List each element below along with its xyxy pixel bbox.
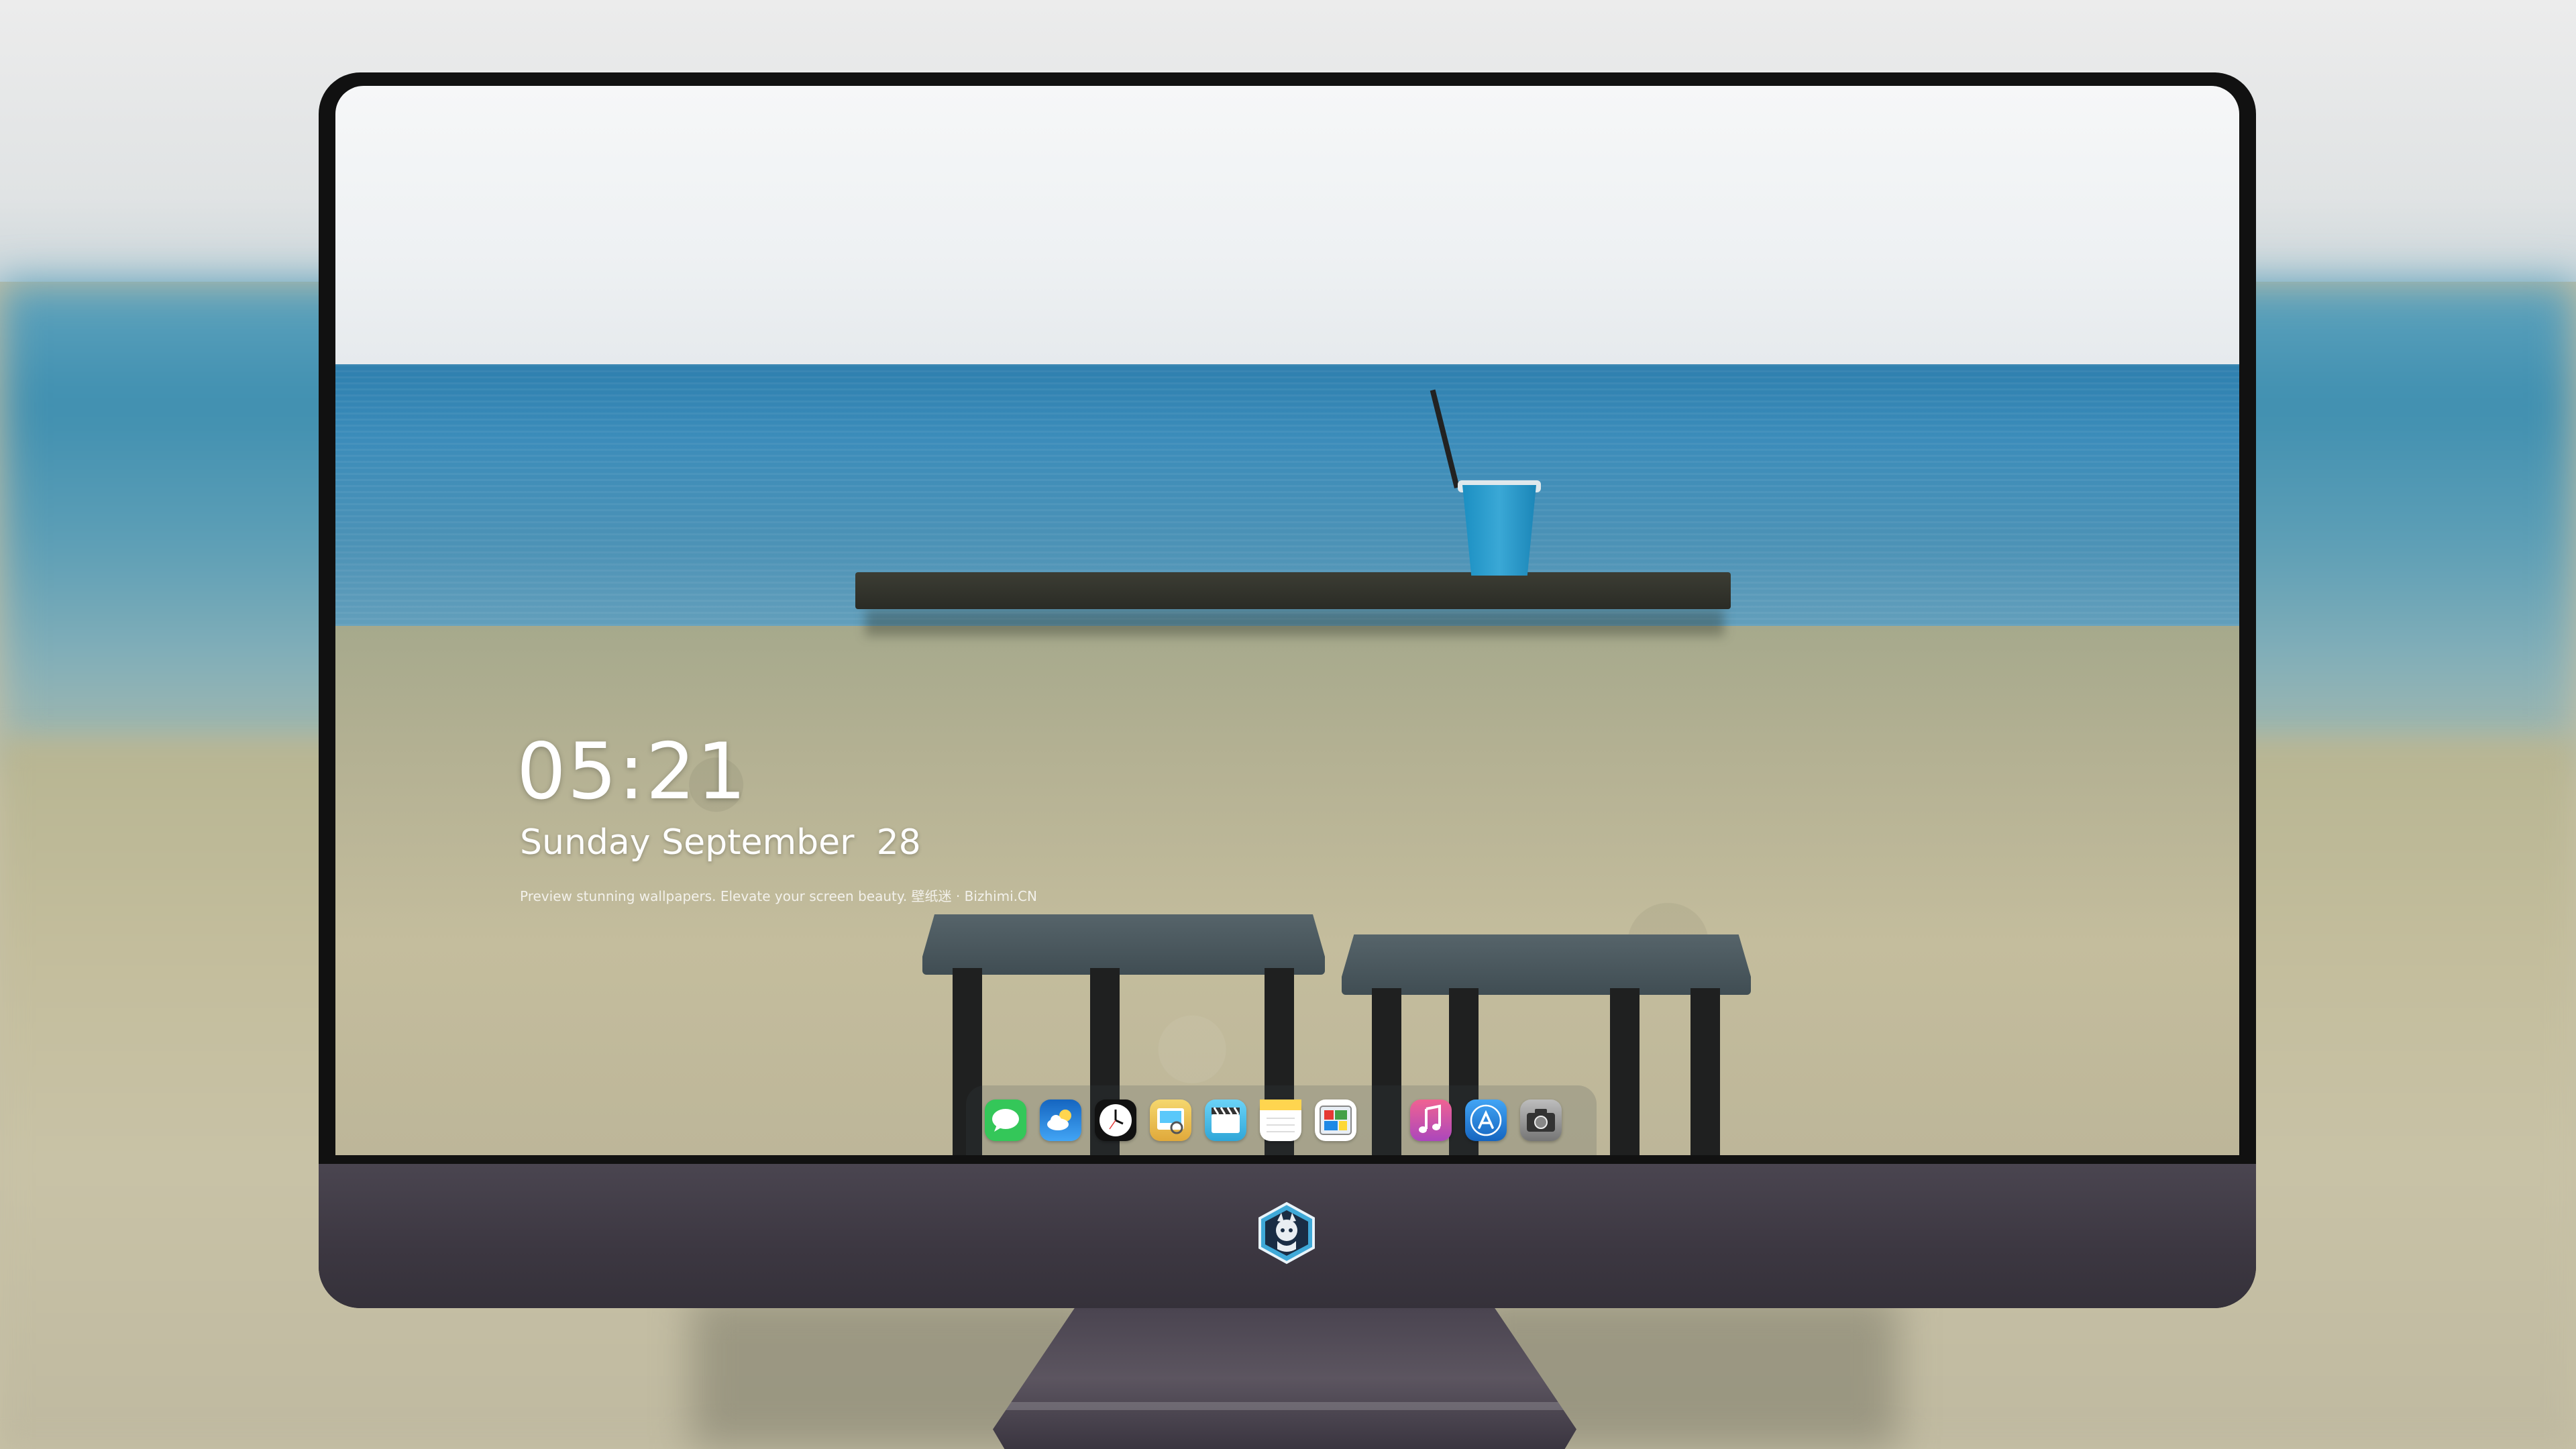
camera-icon[interactable] xyxy=(1520,1099,1562,1141)
dock xyxy=(966,1085,1597,1155)
monitor-stand xyxy=(993,1308,1576,1449)
wallpaper-cup xyxy=(1462,485,1536,576)
preview-icon[interactable] xyxy=(1150,1099,1191,1141)
clock-icon[interactable] xyxy=(1095,1099,1136,1141)
desktop-screen: 05:21 Sunday September 28 Preview stunni… xyxy=(335,86,2239,1155)
notes-icon[interactable] xyxy=(1260,1099,1301,1141)
lock-screen-time: 05:21 xyxy=(517,727,748,817)
wallpaper-sky xyxy=(335,86,2239,364)
wallpaper-tagline: Preview stunning wallpapers. Elevate you… xyxy=(520,888,1037,904)
photo-editor-icon[interactable] xyxy=(1315,1099,1356,1141)
video-icon[interactable] xyxy=(1205,1099,1246,1141)
messages-icon[interactable] xyxy=(985,1099,1026,1141)
lock-screen-date: Sunday September 28 xyxy=(520,822,921,863)
weather-icon[interactable] xyxy=(1040,1099,1081,1141)
app-store-icon[interactable] xyxy=(1465,1099,1507,1141)
music-icon[interactable] xyxy=(1410,1099,1452,1141)
wallpaper-shelf xyxy=(855,572,1731,609)
brand-logo-icon xyxy=(1254,1201,1319,1265)
